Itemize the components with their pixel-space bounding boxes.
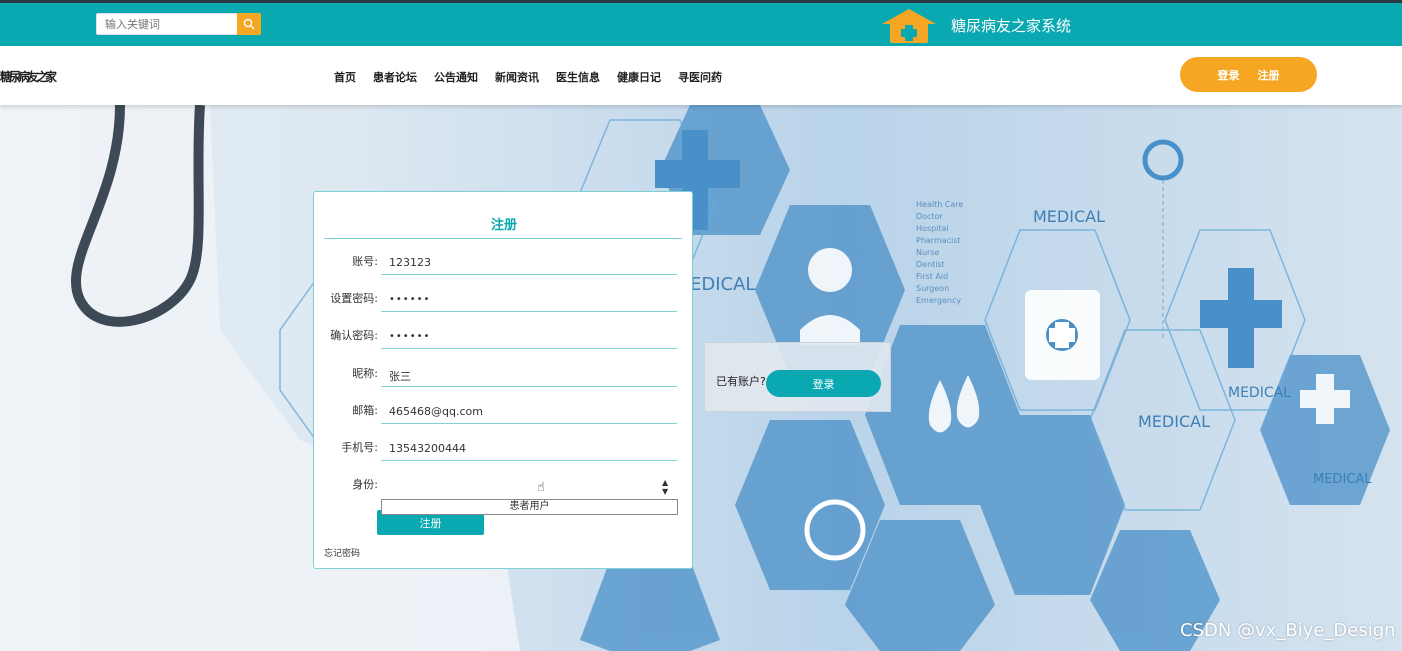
bg-label-medical-3: MEDICAL xyxy=(1228,385,1291,401)
svg-text:Dentist: Dentist xyxy=(916,260,945,269)
nav-item-consult[interactable]: 寻医问药 xyxy=(678,69,722,85)
site-title: 糖尿病友之家系统 xyxy=(951,17,1072,35)
form-row-nickname: 昵称: 张三 xyxy=(314,361,694,389)
confirm-password-label: 确认密码: xyxy=(330,329,378,342)
email-input[interactable]: 465468@qq.com xyxy=(381,398,677,424)
svg-text:Doctor: Doctor xyxy=(916,212,943,221)
form-row-email: 邮箱: 465468@qq.com xyxy=(314,398,694,426)
search-input[interactable] xyxy=(96,13,238,35)
register-form: 注册 账号: 123123 设置密码: •••••• 确认密码: •••••• … xyxy=(313,191,693,569)
nav-item-doctors[interactable]: 医生信息 xyxy=(556,69,600,85)
svg-text:Pharmacist: Pharmacist xyxy=(916,236,961,245)
bg-label-medical-2: MEDICAL xyxy=(1138,412,1210,431)
svg-text:Health Care: Health Care xyxy=(916,200,963,209)
search-icon xyxy=(243,18,255,30)
hero-background: MEDICAL MEDICAL MEDICAL MEDICAL EDICAL H… xyxy=(0,105,1402,651)
house-plus-icon xyxy=(882,9,936,43)
confirm-password-input[interactable]: •••••• xyxy=(381,323,677,349)
search-box xyxy=(96,13,261,35)
role-label: 身份: xyxy=(352,478,378,491)
nav-item-diary[interactable]: 健康日记 xyxy=(617,69,661,85)
svg-text:Surgeon: Surgeon xyxy=(916,284,949,293)
account-input[interactable]: 123123 xyxy=(381,249,677,275)
password-input[interactable]: •••••• xyxy=(381,286,677,312)
register-link[interactable]: 注册 xyxy=(1258,67,1280,83)
auth-buttons: 登录 注册 xyxy=(1180,57,1317,92)
nav-item-news[interactable]: 新闻资讯 xyxy=(495,69,539,85)
form-row-role: 身份: ▲ ▼ xyxy=(314,472,694,500)
nav-item-notice[interactable]: 公告通知 xyxy=(434,69,478,85)
bg-label-medical-4: MEDICAL xyxy=(1313,472,1372,487)
watermark: CSDN @vx_Biye_Design xyxy=(1180,620,1396,641)
nickname-input[interactable]: 张三 xyxy=(381,361,677,387)
phone-input[interactable]: 13543200444 xyxy=(381,435,677,461)
form-row-password: 设置密码: •••••• xyxy=(314,286,694,314)
nav-item-home[interactable]: 首页 xyxy=(334,69,356,85)
email-label: 邮箱: xyxy=(352,404,378,417)
bg-label-medical-5: EDICAL xyxy=(690,274,755,295)
search-button[interactable] xyxy=(237,13,261,35)
nav-item-forum[interactable]: 患者论坛 xyxy=(373,69,417,85)
svg-text:Emergency: Emergency xyxy=(916,296,961,305)
role-option-patient[interactable]: 患者用户 xyxy=(381,499,678,515)
main-nav: 糖尿病友之家 首页 患者论坛 公告通知 新闻资讯 医生信息 健康日记 寻医问药 … xyxy=(0,46,1402,105)
svg-text:Nurse: Nurse xyxy=(916,248,940,257)
form-row-confirm-password: 确认密码: •••••• xyxy=(314,323,694,351)
nav-brand[interactable]: 糖尿病友之家 xyxy=(0,68,57,85)
login-button[interactable]: 登录 xyxy=(766,370,881,397)
password-label: 设置密码: xyxy=(330,292,378,305)
svg-text:First Aid: First Aid xyxy=(916,272,948,281)
form-row-account: 账号: 123123 xyxy=(314,249,694,277)
hand-cursor-icon: ☝ xyxy=(537,480,545,495)
register-title: 注册 xyxy=(490,218,517,233)
select-arrow-icon[interactable]: ▲ ▼ xyxy=(662,478,668,496)
account-label: 账号: xyxy=(352,255,378,268)
medical-hexagon-illustration: MEDICAL MEDICAL MEDICAL MEDICAL EDICAL H… xyxy=(0,105,1390,651)
form-row-phone: 手机号: 13543200444 xyxy=(314,435,694,463)
forgot-password-link[interactable]: 忘记密码 xyxy=(324,546,360,559)
bg-label-medical-1: MEDICAL xyxy=(1033,207,1105,226)
nickname-label: 昵称: xyxy=(352,367,378,380)
top-bar: 糖尿病友之家系统 xyxy=(0,0,1402,46)
phone-label: 手机号: xyxy=(341,441,378,454)
title-divider xyxy=(324,238,682,239)
nav-menu: 首页 患者论坛 公告通知 新闻资讯 医生信息 健康日记 寻医问药 xyxy=(334,69,722,85)
svg-text:Hospital: Hospital xyxy=(916,224,949,233)
login-prompt-card: 已有账户? 登录 xyxy=(704,342,891,412)
login-link[interactable]: 登录 xyxy=(1218,67,1240,83)
have-account-text: 已有账户? xyxy=(716,375,766,388)
